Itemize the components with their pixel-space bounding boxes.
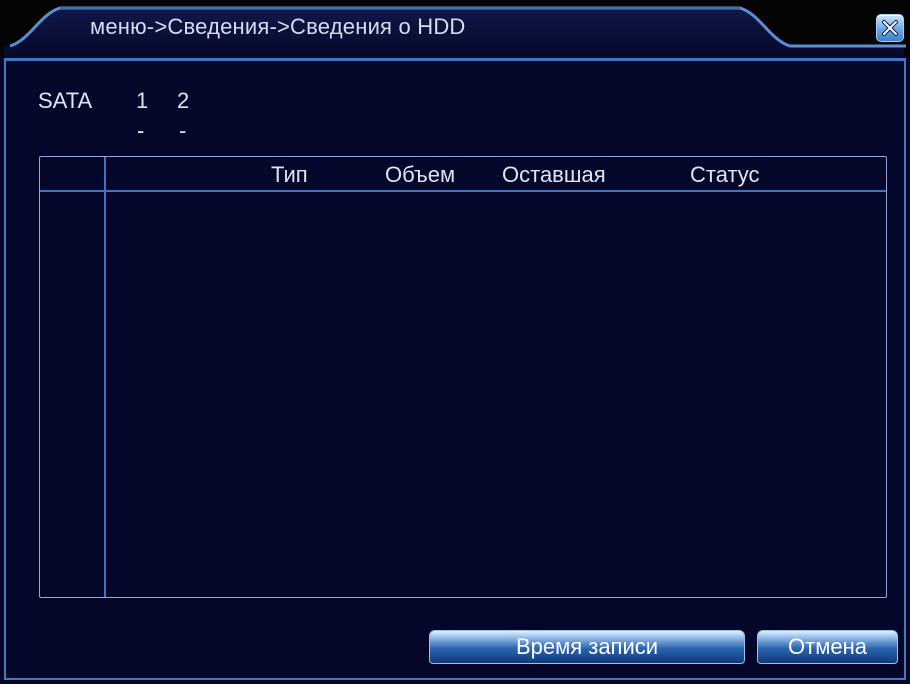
hdd-table: Тип Объем Оставшая Статус [39,156,887,598]
sata-port-2[interactable]: 2 [177,88,189,114]
sata-port-1-status: - [137,118,145,143]
close-icon [882,20,898,36]
table-body[interactable] [106,192,886,597]
hdd-info-dialog: меню->Сведения->Сведения о HDD SATA 1 2 … [0,0,910,684]
sata-port-2-status: - [179,118,187,143]
column-header-type: Тип [271,162,308,187]
title-bar: меню->Сведения->Сведения о HDD [0,0,910,58]
cancel-button-label: Отмена [788,634,867,659]
column-header-capacity: Объем [385,162,456,187]
close-button[interactable] [876,14,904,42]
record-time-button[interactable]: Время записи [429,630,745,664]
sata-port-1[interactable]: 1 [136,88,148,114]
column-header-remaining: Оставшая [502,162,606,187]
record-time-button-label: Время записи [515,634,659,659]
window-title: меню->Сведения->Сведения о HDD [90,14,466,39]
column-header-status: Статус [690,162,760,187]
sata-label: SATA [38,88,93,113]
cancel-button[interactable]: Отмена [757,630,898,664]
